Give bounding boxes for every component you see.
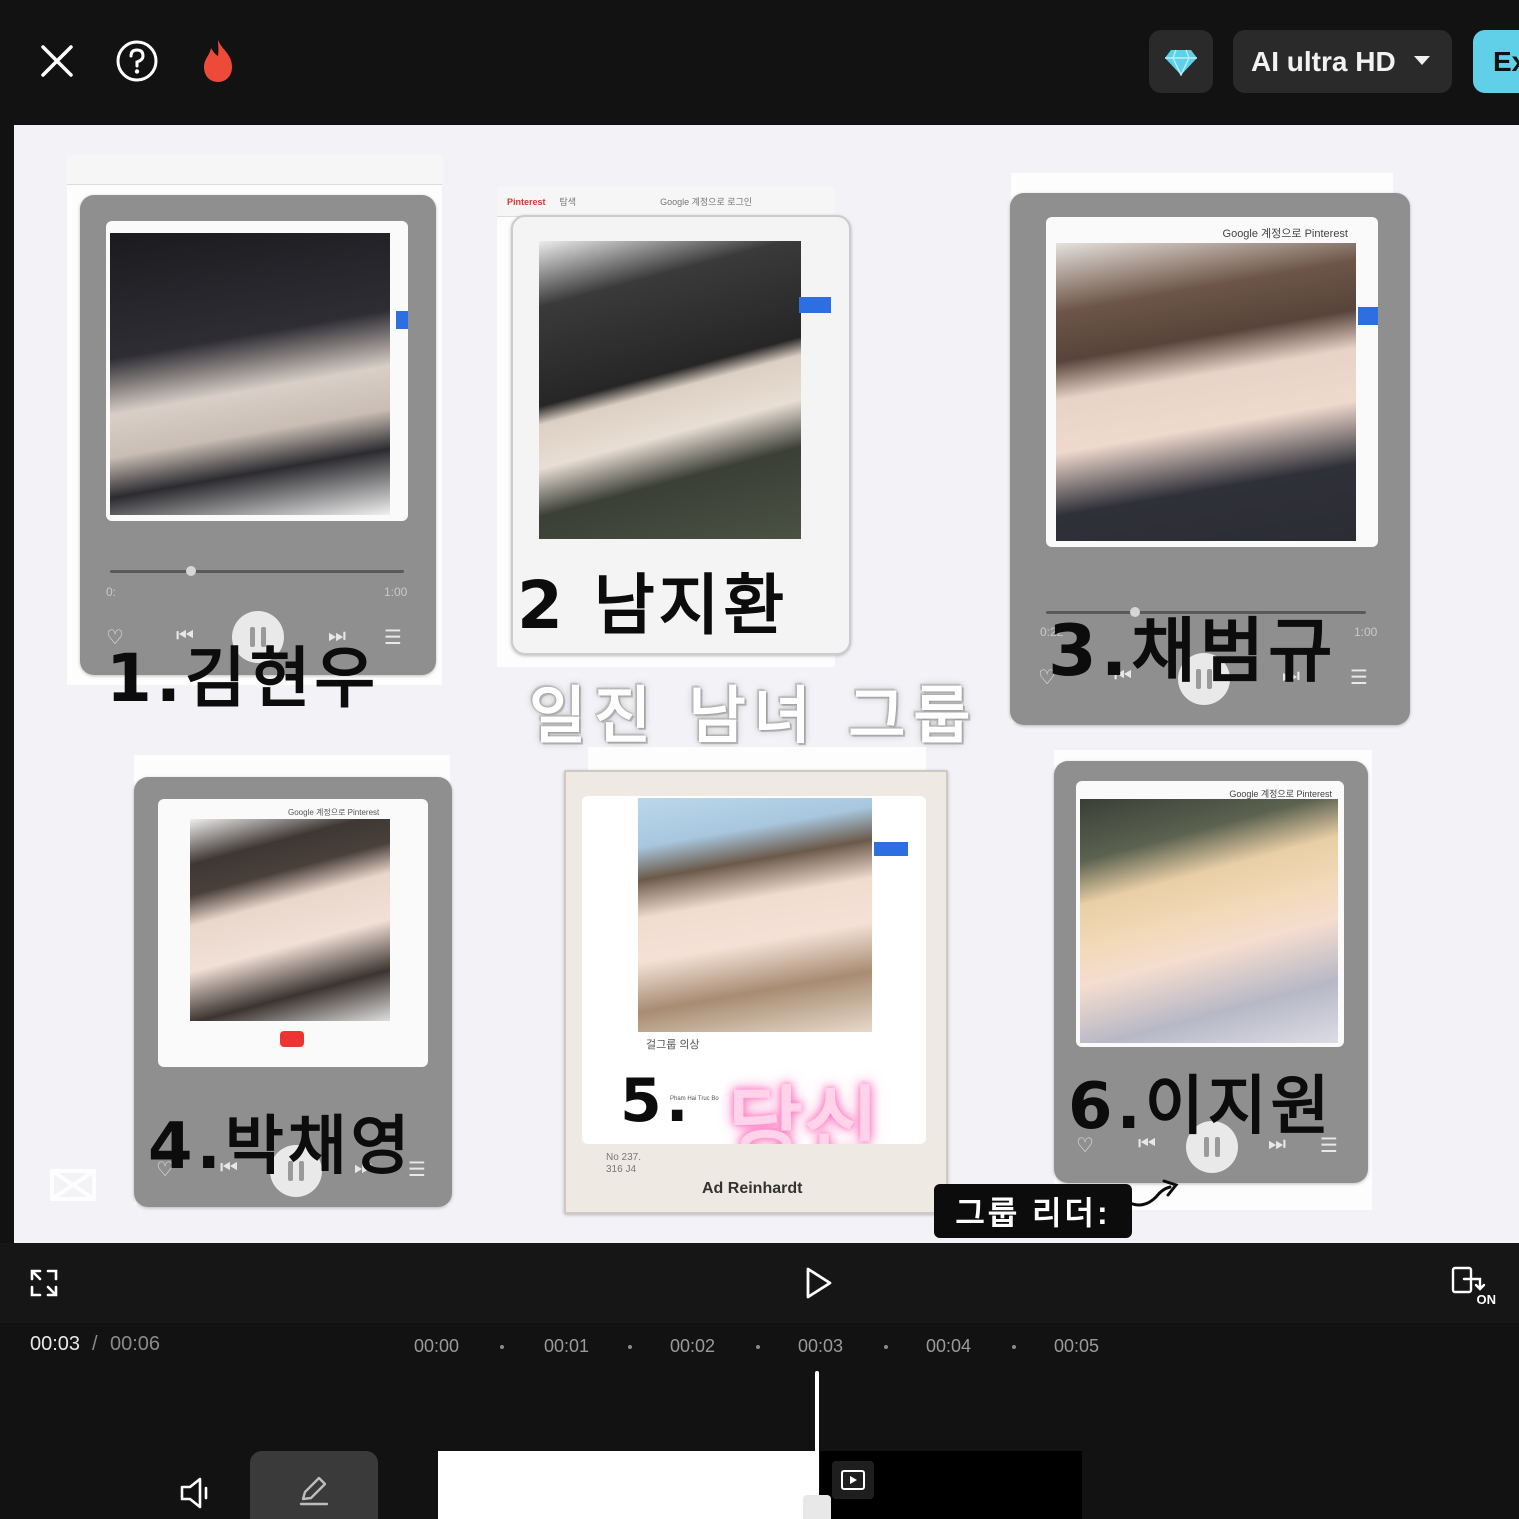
card-caption: 6.이지원 bbox=[1068, 1070, 1334, 1144]
portrait-image bbox=[1056, 243, 1356, 541]
timeline-panel: 00:03 / 00:06 00:00 00:01 00:02 00:03 00… bbox=[0, 1323, 1519, 1519]
card-screen bbox=[106, 221, 408, 521]
music-card-6: Google 계정으로 Pinterest ♡ ⏮ ⏭ ☰ 6.이지원 bbox=[1054, 761, 1368, 1183]
fire-icon bbox=[204, 40, 232, 82]
close-button[interactable] bbox=[32, 36, 82, 86]
browser-tab-bar bbox=[67, 155, 442, 185]
seek-bar[interactable] bbox=[110, 566, 404, 576]
compare-label: ON bbox=[1476, 1292, 1497, 1307]
help-button[interactable] bbox=[112, 36, 162, 86]
portrait-image bbox=[1080, 799, 1338, 1043]
pencil-icon bbox=[299, 1476, 329, 1506]
portrait-image bbox=[638, 798, 872, 1032]
play-icon bbox=[806, 1267, 832, 1299]
ruler-tick-label: 00:05 bbox=[1054, 1336, 1100, 1356]
play-button[interactable] bbox=[796, 1261, 840, 1305]
total-time: 00:06 bbox=[110, 1333, 161, 1355]
music-card-4: Google 계정으로 Pinterest ♡ ⏮ ⏭ ☰ 4.박채영 bbox=[134, 777, 452, 1207]
help-icon bbox=[116, 40, 158, 82]
fullscreen-icon bbox=[30, 1269, 58, 1297]
accent-bar bbox=[799, 297, 831, 313]
accent-bar bbox=[1358, 307, 1378, 325]
portrait-image bbox=[190, 819, 390, 1021]
card-screen: Google 계정으로 Pinterest bbox=[1046, 217, 1378, 547]
ruler-tick-label: 00:00 bbox=[414, 1336, 460, 1356]
pinterest-text: Pinterest bbox=[507, 196, 546, 207]
clip-play-icon bbox=[841, 1470, 865, 1490]
close-icon bbox=[41, 45, 73, 77]
ruler-tick-label: 00:02 bbox=[670, 1336, 716, 1356]
ruler-tick-label: 00:03 bbox=[798, 1336, 844, 1356]
time-separator: / bbox=[92, 1333, 98, 1355]
photo-card-2: 2 남지환 bbox=[511, 215, 851, 655]
highlight-text: 당신 bbox=[728, 1078, 879, 1144]
mute-button[interactable] bbox=[176, 1473, 220, 1517]
time-end: 1:00 bbox=[1354, 625, 1378, 639]
card-screen: Google 계정으로 Pinterest bbox=[158, 799, 428, 1067]
time-start: 0: bbox=[106, 585, 117, 599]
trending-button[interactable] bbox=[193, 36, 243, 86]
capcut-watermark-icon bbox=[50, 1169, 96, 1201]
pin-save-badge bbox=[280, 1031, 304, 1047]
explore-text: 탐색 bbox=[559, 197, 577, 207]
title-sticker: 일진 남녀 그룹 bbox=[529, 679, 979, 752]
card-caption: 3.채범규 bbox=[1048, 610, 1337, 692]
fullscreen-button[interactable] bbox=[24, 1263, 64, 1303]
clip-play-badge bbox=[832, 1461, 874, 1499]
ruler-dot bbox=[756, 1345, 760, 1349]
card-screen: Google 계정으로 Pinterest bbox=[1076, 781, 1344, 1047]
seek-handle bbox=[186, 566, 196, 576]
top-bar: AI ultra HD Ex bbox=[0, 0, 1519, 124]
equalizer-icon: ☰ bbox=[1350, 667, 1368, 689]
export-button[interactable]: Ex bbox=[1473, 30, 1519, 93]
browser-tab-bar: Pinterest 탐색 Google 계정으로 로그인 bbox=[497, 187, 835, 217]
premium-button[interactable] bbox=[1149, 30, 1213, 93]
ruler-dot bbox=[500, 1345, 504, 1349]
music-card-3: Google 계정으로 Pinterest 0:22 1:00 ♡ ⏮ ⏭ ☰ … bbox=[1010, 193, 1410, 725]
player-controls: ON bbox=[0, 1243, 1519, 1323]
accent-bar bbox=[396, 311, 408, 329]
diamond-icon bbox=[1165, 49, 1197, 76]
card-caption: 5. bbox=[620, 1066, 693, 1136]
current-time: 00:03 bbox=[30, 1333, 81, 1355]
leader-label: 그룹 리더: bbox=[934, 1184, 1132, 1238]
portrait-image bbox=[539, 241, 801, 539]
photo-card-5: 걸그룹 의상 Pham Hai Truc Bo 5. 당신 No 237. 31… bbox=[564, 770, 948, 1214]
ruler-dot bbox=[628, 1345, 632, 1349]
compare-toggle[interactable]: ON bbox=[1446, 1261, 1498, 1309]
caret-down-icon bbox=[1414, 56, 1430, 65]
card-screen: 걸그룹 의상 Pham Hai Truc Bo 5. 당신 bbox=[582, 796, 926, 1144]
google-login-text: Google 계정으로 Pinterest bbox=[288, 808, 380, 817]
google-login-text: Google 계정으로 Pinterest bbox=[1222, 228, 1348, 240]
time-end: 1:00 bbox=[384, 585, 408, 599]
edit-cover-button[interactable] bbox=[250, 1451, 378, 1519]
quality-label: AI ultra HD bbox=[1251, 45, 1396, 77]
ruler-dot bbox=[1012, 1345, 1016, 1349]
video-clip-1[interactable] bbox=[438, 1451, 816, 1519]
quality-dropdown[interactable]: AI ultra HD bbox=[1233, 30, 1452, 93]
music-card-1: 0: 1:00 ♡ ⏮ ⏭ ☰ 1.김현우 bbox=[80, 195, 436, 717]
volume-icon bbox=[180, 1477, 208, 1509]
ruler-tick-label: 00:04 bbox=[926, 1336, 972, 1356]
card-caption: 2 남지환 bbox=[517, 567, 789, 644]
artist-name: Ad Reinhardt bbox=[702, 1180, 803, 1197]
google-login-text: Google 계정으로 로그인 bbox=[660, 197, 753, 207]
ruler-dot bbox=[884, 1345, 888, 1349]
portrait-image bbox=[110, 233, 390, 515]
arrow-doodle-icon bbox=[1128, 1179, 1179, 1207]
card-caption: 4.박채영 bbox=[148, 1110, 414, 1184]
ruler-tick-label: 00:01 bbox=[544, 1336, 590, 1356]
video-preview-canvas[interactable]: 0: 1:00 ♡ ⏮ ⏭ ☰ 1.김현우 Pinterest 탐색 Google … bbox=[14, 125, 1519, 1243]
accent-bar bbox=[874, 842, 908, 856]
archive-stamp: No 237. 316 J4 bbox=[606, 1152, 642, 1175]
card-caption: 1.김현우 bbox=[106, 640, 380, 717]
export-label: Ex bbox=[1493, 45, 1519, 77]
outfit-tag: 걸그룹 의상 bbox=[646, 1039, 700, 1051]
equalizer-icon: ☰ bbox=[384, 627, 402, 649]
video-editor-app: AI ultra HD Ex 0: 1:00 ♡ ⏮ ⏭ ☰ 1.김현우 bbox=[0, 0, 1519, 1519]
playhead-handle[interactable] bbox=[803, 1495, 831, 1519]
